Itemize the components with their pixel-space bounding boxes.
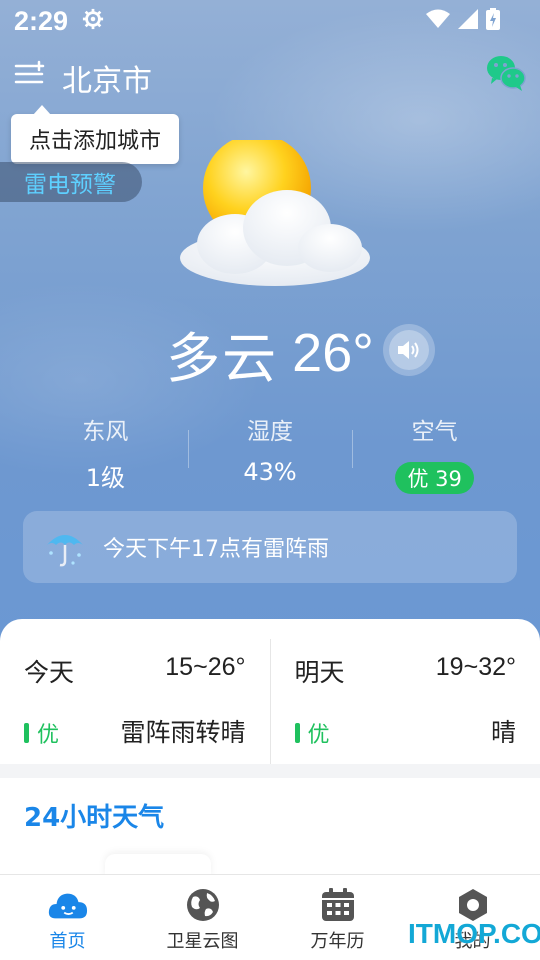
signal-icon	[458, 9, 478, 29]
current-condition: 多云	[166, 326, 279, 390]
aqi-text: 优	[307, 723, 330, 748]
stat-label: 湿度	[247, 419, 293, 445]
stat-air[interactable]: 空气 优 39	[352, 410, 517, 494]
hourly-section-title: 24小时天气	[24, 803, 165, 833]
alert-text: 雷电预警	[24, 172, 116, 198]
calendar-icon	[321, 888, 354, 921]
stat-label: 空气	[411, 419, 458, 445]
day-name: 今天	[24, 658, 75, 687]
battery-icon	[486, 8, 500, 30]
forecast-tomorrow[interactable]: 明天 19~32° 优 晴	[269, 639, 540, 769]
day-name: 明天	[294, 658, 345, 687]
city-name[interactable]: 北京市	[62, 56, 152, 100]
nav-home[interactable]: 首页	[0, 875, 135, 960]
stat-wind: 东风 1级	[23, 410, 188, 492]
globe-icon	[186, 889, 219, 921]
cloud-face-icon	[48, 893, 87, 919]
current-temperature: 26°	[292, 323, 374, 383]
thunder-alert-badge[interactable]: 雷电预警	[0, 162, 142, 202]
status-bar: 2:29	[0, 0, 540, 44]
rain-notice[interactable]: 今天下午17点有雷阵雨	[23, 511, 517, 583]
air-quality: 优	[24, 717, 59, 749]
nav-label: 首页	[49, 931, 86, 952]
air-quality: 优	[294, 717, 330, 749]
aqi-bar	[294, 723, 300, 743]
stat-humidity: 湿度 43%	[187, 410, 353, 490]
weather-desc: 雷阵雨转晴	[120, 718, 246, 747]
city-menu-icon[interactable]	[14, 60, 46, 88]
speaker-icon	[398, 341, 419, 359]
wechat-share-icon[interactable]	[486, 54, 526, 92]
partly-cloudy-icon	[180, 140, 370, 286]
header: 北京市	[0, 50, 540, 100]
site-watermark: ITMOP.COM	[408, 918, 540, 949]
stat-value: 43%	[243, 458, 297, 486]
aqi-bar	[24, 723, 29, 743]
umbrella-icon	[47, 535, 83, 567]
settings-gear-icon	[82, 8, 104, 30]
voice-broadcast-button[interactable]	[383, 324, 435, 376]
wifi-icon	[426, 9, 450, 28]
status-time: 2:29	[14, 6, 69, 36]
temp-range: 15~26°	[165, 653, 246, 681]
aqi-text: 优	[37, 723, 60, 748]
nav-calendar[interactable]: 万年历	[270, 875, 405, 960]
section-divider	[0, 764, 540, 778]
forecast-today[interactable]: 今天 15~26° 优 雷阵雨转晴	[0, 639, 270, 769]
nav-satellite[interactable]: 卫星云图	[135, 875, 270, 960]
aqi-badge[interactable]: 优 39	[395, 462, 474, 494]
stat-value: 1级	[85, 464, 125, 492]
stat-label: 东风	[82, 419, 129, 445]
temp-range: 19~32°	[435, 653, 516, 681]
nav-label: 万年历	[310, 931, 365, 952]
tooltip-text: 点击添加城市	[28, 129, 161, 154]
add-city-tooltip[interactable]: 点击添加城市	[11, 105, 179, 164]
weather-desc: 晴	[490, 718, 516, 747]
daily-forecast: 今天 15~26° 优 雷阵雨转晴 明天 19~32° 优 晴	[0, 639, 540, 769]
weather-stats: 东风 1级 湿度 43% 空气 优 39	[23, 410, 517, 494]
notice-text: 今天下午17点有雷阵雨	[103, 537, 329, 562]
current-weather: 多云 26°	[0, 318, 540, 390]
status-icons	[426, 8, 500, 30]
nav-label: 卫星云图	[166, 931, 239, 952]
